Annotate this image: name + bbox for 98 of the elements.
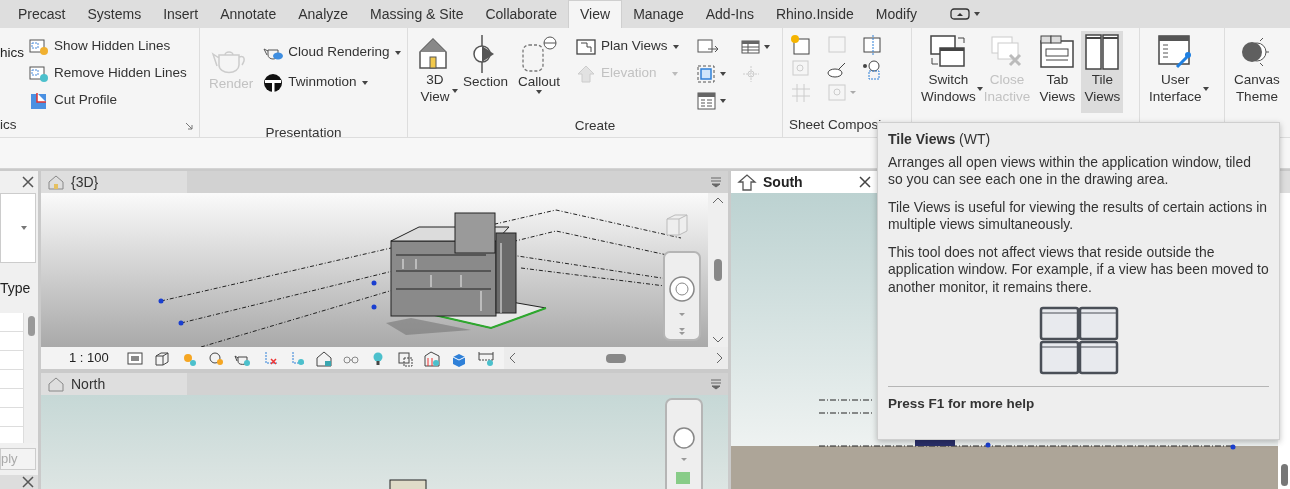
close-icon[interactable] xyxy=(22,176,34,188)
table-icon xyxy=(695,90,718,111)
callout-icon xyxy=(519,35,560,73)
ribbon-tab[interactable]: Analyze xyxy=(287,0,360,28)
switch-windows-button[interactable]: Switch Windows xyxy=(918,31,979,113)
scroll-thumb[interactable] xyxy=(1280,464,1288,486)
cloud-rendering-button[interactable]: Cloud Rendering xyxy=(260,39,404,66)
structure-icon[interactable] xyxy=(422,349,441,367)
window-icon xyxy=(29,37,49,56)
tabbed-window-icon xyxy=(1038,33,1077,71)
shadow-icon[interactable] xyxy=(206,349,225,367)
caret-icon xyxy=(21,226,27,230)
scroll-down-icon[interactable] xyxy=(712,336,724,344)
ribbon-tab[interactable]: Annotate xyxy=(209,0,288,28)
tiled-windows-icon xyxy=(1083,33,1122,71)
sheet-icon xyxy=(695,37,720,56)
tooltip-text: Arranges all open views within the application window, tiled so you can see each one in the drawing area. xyxy=(888,153,1252,189)
ribbon-tab[interactable]: Manage xyxy=(622,0,695,28)
navigation-bar[interactable] xyxy=(663,251,701,341)
document-tab[interactable]: North xyxy=(41,373,187,395)
frame-icon[interactable] xyxy=(125,349,144,367)
t-logo-icon xyxy=(263,72,284,93)
window-icon xyxy=(29,64,49,83)
caret-icon xyxy=(719,71,726,76)
home-icon xyxy=(47,174,65,190)
cut-profile-button[interactable]: Cut Profile xyxy=(26,87,190,114)
menu-icon[interactable] xyxy=(708,378,724,390)
launcher-icon[interactable] xyxy=(185,121,193,130)
caret-icon xyxy=(671,71,678,76)
tile-views-button[interactable]: Tile Views xyxy=(1081,31,1124,113)
ribbon-tab[interactable]: Collaborate xyxy=(474,0,569,28)
document-tab[interactable]: South xyxy=(731,171,877,193)
reveal-icon[interactable] xyxy=(395,349,414,367)
scroll-left-icon[interactable] xyxy=(507,352,516,364)
section-button[interactable]: Section xyxy=(460,33,512,115)
scroll-up-icon[interactable] xyxy=(712,196,724,204)
command-label[interactable]: hics xyxy=(0,43,24,64)
close-icon[interactable] xyxy=(859,176,871,188)
panel-label: Presentation xyxy=(264,124,343,142)
tab-views-button[interactable]: Tab Views xyxy=(1035,31,1080,113)
show-hidden-lines-button[interactable]: Show Hidden Lines xyxy=(26,33,190,60)
close-icon[interactable] xyxy=(22,476,34,488)
floor-plan-icon xyxy=(576,38,597,55)
ribbon-tab[interactable]: Insert xyxy=(152,0,210,28)
navigation-bar[interactable] xyxy=(665,398,703,489)
canvas-theme-button[interactable]: Canvas Theme xyxy=(1231,31,1283,113)
caret-icon xyxy=(1202,87,1209,91)
user-interface-button[interactable]: User Interface xyxy=(1146,31,1205,113)
panel-toggle-icon[interactable] xyxy=(950,7,971,21)
scroll-thumb[interactable] xyxy=(714,259,722,281)
horizontal-scrollbar[interactable] xyxy=(503,347,728,369)
ribbon-tab[interactable]: Systems xyxy=(76,0,153,28)
ribbon-tab[interactable]: Add-Ins xyxy=(694,0,765,28)
view-scale[interactable]: 1 : 100 xyxy=(69,348,109,368)
panel-label: Create xyxy=(573,116,617,135)
type-label: Type xyxy=(0,278,31,298)
scroll-thumb[interactable] xyxy=(27,316,35,336)
caret-icon xyxy=(361,80,368,85)
tooltip-text: Tile Views is useful for viewing the results of certain actions in multiple views simultaneously. xyxy=(888,198,1269,234)
constraints-icon[interactable] xyxy=(476,349,495,367)
ribbon-tab[interactable]: View xyxy=(568,0,623,28)
caret-icon xyxy=(974,12,981,16)
help-hint: Press F1 for more help xyxy=(888,395,1036,413)
new-sheet-icon[interactable] xyxy=(789,33,813,57)
scrollbar[interactable] xyxy=(708,193,728,347)
3d-view-button[interactable]: 3D View xyxy=(414,33,456,115)
ribbon-tab[interactable]: Precast xyxy=(7,0,77,28)
scroll-thumb[interactable] xyxy=(605,353,626,363)
crop-icon xyxy=(695,63,718,84)
ribbon-tab[interactable]: Massing & Site xyxy=(359,0,475,28)
scroll-right-icon[interactable] xyxy=(716,352,724,364)
tooltip-title: Tile Views (WT) xyxy=(888,131,992,149)
table-icon xyxy=(739,37,762,56)
caret-icon xyxy=(719,98,726,103)
home-icon xyxy=(47,376,65,392)
remove-hidden-lines-button[interactable]: Remove Hidden Lines xyxy=(26,60,190,87)
callout-button[interactable]: Callout xyxy=(515,33,564,115)
menu-icon[interactable] xyxy=(708,176,724,188)
tiled-windows-icon xyxy=(1038,306,1119,376)
tooltip-text: This tool does not affect views that reside outside the application window. For example, if a view has been moved to another monitor, it remains there. xyxy=(888,243,1269,296)
house-icon xyxy=(576,64,597,83)
ribbon-tab[interactable]: Rhino.Inside xyxy=(764,0,865,28)
plan-views-button[interactable]: Plan Views xyxy=(573,33,682,60)
caret-icon xyxy=(536,90,543,94)
twinmotion-button[interactable]: Twinmotion xyxy=(260,69,404,96)
house-lock-icon[interactable] xyxy=(314,349,333,367)
caret-icon xyxy=(672,44,679,49)
caret-icon xyxy=(763,44,770,49)
panel-label: ics xyxy=(0,116,17,135)
document-tab[interactable]: {3D} xyxy=(41,171,187,193)
cube-icon[interactable] xyxy=(152,349,171,367)
profile-icon xyxy=(29,91,49,110)
home-icon xyxy=(737,173,757,191)
caret-icon xyxy=(452,89,458,93)
caret-icon xyxy=(394,50,401,55)
building-drawing xyxy=(389,479,429,489)
ribbon-tab[interactable]: Modify xyxy=(864,0,929,28)
caret-icon xyxy=(976,87,983,91)
